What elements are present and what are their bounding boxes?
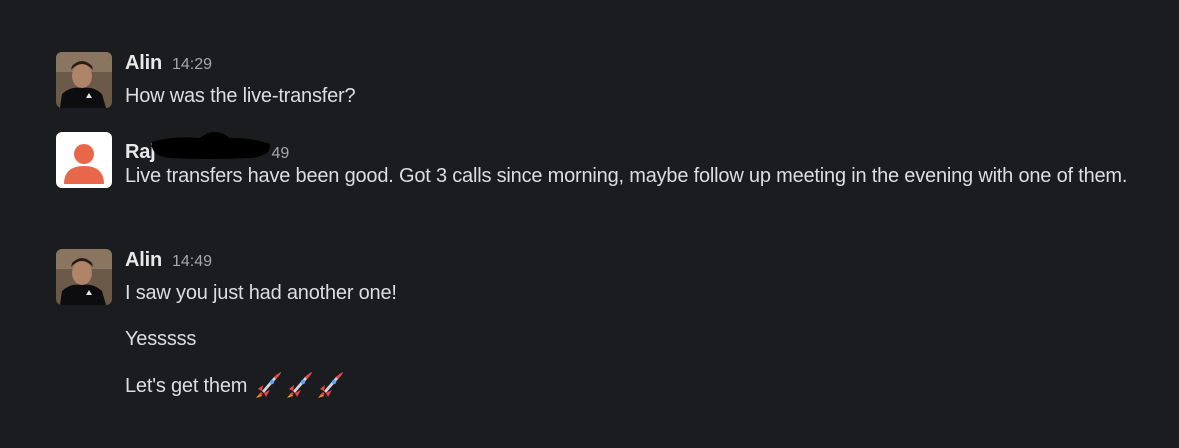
message-text: How was the live-transfer? [125,85,356,107]
message-header: Alin 14:29 [125,52,1159,78]
user-photo-icon [56,249,112,305]
message-text: I saw you just had another one! [125,282,397,304]
message-text: Live transfers have been good. Got 3 cal… [125,165,1128,187]
rocket-emoji[interactable] [283,369,315,401]
redaction-scribble-icon [151,132,270,159]
message-timestamp[interactable]: 14:29 [172,56,212,74]
message-content: Raj 49 Live transfers have been good. Go… [125,132,1159,193]
author-name[interactable]: Alin [125,52,162,75]
message-text: Let's get them [125,369,1159,403]
message-text-content: Let's get them [125,375,248,397]
avatar[interactable] [56,132,112,188]
message-header: Raj 49 [125,132,1159,163]
rocket-emoji[interactable] [314,369,346,401]
author-name[interactable]: Alin [125,249,162,272]
chat-message-list: Alin 14:29 How was the live-transfer? Ra… [0,0,1179,448]
message-text: Yesssss [125,328,197,350]
redaction-mark [150,132,272,159]
avatar[interactable] [56,52,112,108]
default-user-avatar-icon [56,132,112,188]
message-content: Alin 14:29 How was the live-transfer? [125,52,1159,113]
message-content: Alin 14:49 I saw you just had another on… [125,249,1159,403]
user-photo-icon [56,52,112,108]
avatar[interactable] [56,249,112,305]
rocket-emoji[interactable] [252,369,284,401]
message-timestamp[interactable]: 14:49 [172,253,212,271]
message-header: Alin 14:49 [125,249,1159,275]
